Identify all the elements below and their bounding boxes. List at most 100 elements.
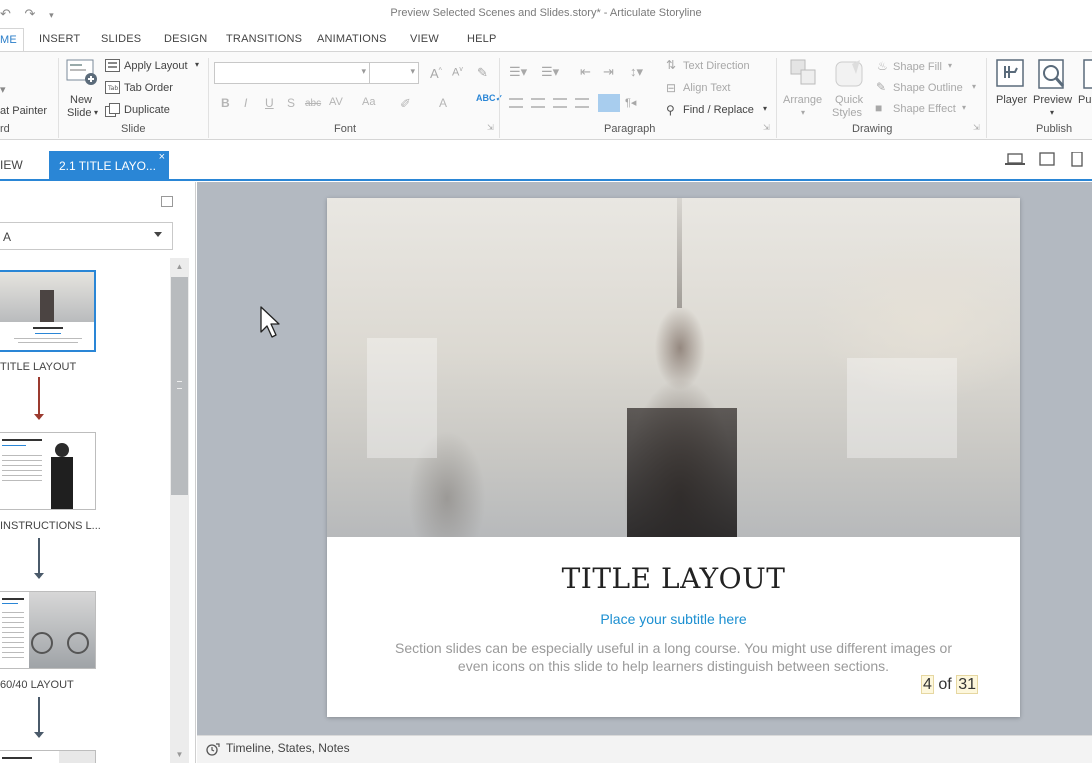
chevron-down-icon[interactable]: ▾ — [195, 60, 199, 69]
panel-collapse-icon[interactable] — [161, 196, 173, 207]
tab-order-button[interactable]: Tab Order — [124, 82, 173, 94]
chevron-down-icon[interactable]: ▾ — [1050, 108, 1054, 117]
bullets-icon[interactable]: ☰▾ — [509, 64, 527, 80]
dialog-launcher-icon[interactable]: ⇲ — [487, 123, 494, 132]
align-right-icon[interactable] — [553, 98, 567, 108]
italic-button[interactable]: I — [244, 96, 247, 110]
chevron-down-icon[interactable]: ▾ — [972, 82, 976, 91]
arrange-button[interactable]: Arrange — [783, 94, 822, 106]
tab-help[interactable]: HELP — [467, 33, 497, 45]
tab-design[interactable]: DESIGN — [164, 33, 207, 45]
new-slide-label-2: Slide — [67, 107, 92, 119]
new-slide-label-1: New — [70, 94, 93, 106]
chevron-down-icon[interactable]: ▾ — [763, 104, 767, 113]
font-color-button[interactable]: A — [439, 96, 447, 110]
tab-story-view[interactable]: VIEW — [0, 158, 23, 172]
thumbnail-text — [2, 603, 18, 604]
shape-outline-button[interactable]: Shape Outline — [893, 82, 963, 94]
shape-effect-button[interactable]: Shape Effect — [893, 103, 956, 115]
new-slide-icon — [66, 59, 97, 85]
slide[interactable]: TITLE LAYOUT Place your subtitle here Se… — [327, 198, 1020, 717]
format-painter-button[interactable]: at Painter — [0, 105, 47, 117]
distributed-icon[interactable] — [598, 94, 620, 112]
quick-styles-label-2[interactable]: Styles — [832, 107, 862, 119]
thumbnail-text — [2, 439, 42, 441]
scene-select[interactable]: A — [0, 222, 173, 250]
bold-button[interactable]: B — [221, 96, 230, 110]
tab-transitions[interactable]: TRANSITIONS — [226, 33, 302, 45]
change-case-button[interactable]: Aa — [362, 96, 375, 108]
tab-slide-2-1[interactable]: 2.1 TITLE LAYO... × — [49, 151, 169, 181]
line-spacing-icon[interactable]: ↕▾ — [630, 64, 643, 80]
close-icon[interactable]: × — [159, 151, 165, 163]
character-spacing-button[interactable]: AV — [329, 96, 343, 108]
slide-title[interactable]: TITLE LAYOUT — [327, 562, 1020, 595]
text-direction-icon: ⇅ — [666, 58, 677, 72]
thumbnails-scrollbar[interactable]: ▲ ▼ — [170, 258, 189, 763]
device-view-icons[interactable] — [1000, 151, 1092, 168]
preview-button[interactable]: Preview — [1033, 94, 1072, 106]
clipboard-group-label: rd — [0, 123, 10, 135]
slide-body-text[interactable]: Section slides can be especially useful … — [387, 639, 960, 675]
shape-fill-button[interactable]: Shape Fill — [893, 61, 942, 73]
slide-subtitle[interactable]: Place your subtitle here — [327, 611, 1020, 627]
tab-slides[interactable]: SLIDES — [101, 33, 141, 45]
grow-font-icon[interactable]: A^ — [430, 66, 442, 81]
increase-indent-icon[interactable]: ⇥ — [603, 64, 614, 80]
shrink-font-icon[interactable]: Av — [452, 66, 463, 79]
duplicate-button[interactable]: Duplicate — [124, 104, 170, 116]
publish-button[interactable]: Pu — [1078, 94, 1091, 106]
shadow-button[interactable]: S — [287, 96, 295, 110]
font-size-select[interactable]: ▾ — [369, 62, 419, 84]
thumbnail-image — [29, 592, 95, 668]
underline-button[interactable]: U — [265, 96, 274, 110]
publish-icon — [1083, 59, 1092, 89]
slide-page-number[interactable]: 4 of 31 — [921, 675, 978, 694]
ribbon-separator — [58, 58, 59, 138]
font-group-label: Font — [334, 123, 357, 135]
decrease-indent-icon[interactable]: ⇤ — [580, 64, 591, 80]
font-family-select[interactable]: ▾ — [214, 62, 370, 84]
dropdown-arrow-icon[interactable]: ▾ — [0, 83, 6, 96]
tab-home[interactable]: ME — [0, 28, 24, 52]
scroll-thumb[interactable] — [171, 277, 188, 495]
align-left-icon[interactable] — [509, 98, 523, 108]
tab-view[interactable]: VIEW — [410, 33, 439, 45]
highlight-icon[interactable]: ✐ — [400, 96, 411, 112]
text-direction-button[interactable]: Text Direction — [683, 60, 750, 72]
scroll-down-icon[interactable]: ▼ — [170, 746, 189, 763]
svg-text:Tab: Tab — [107, 85, 118, 92]
slide-thumbnail[interactable] — [0, 270, 96, 352]
timeline-label[interactable]: Timeline, States, Notes — [226, 741, 350, 755]
align-center-icon[interactable] — [531, 98, 545, 108]
ribbon-separator — [208, 58, 209, 138]
dialog-launcher-icon[interactable]: ⇲ — [763, 123, 770, 132]
align-text-button[interactable]: Align Text — [683, 82, 731, 94]
slide-canvas[interactable]: TITLE LAYOUT Place your subtitle here Se… — [197, 182, 1092, 735]
chevron-down-icon: ▾ — [94, 108, 99, 117]
chevron-down-icon[interactable]: ▾ — [948, 61, 952, 70]
find-replace-button[interactable]: Find / Replace — [683, 104, 754, 116]
tab-animations[interactable]: ANIMATIONS — [317, 33, 387, 45]
strikethrough-button[interactable]: abc — [305, 98, 321, 109]
player-button[interactable]: Player — [996, 94, 1027, 106]
rtl-icon[interactable]: ¶◂ — [625, 96, 636, 109]
thumbnail-label: INSTRUCTIONS L... — [0, 520, 101, 532]
ribbon: ▾ at Painter rd New Slide ▾ Apply Layout… — [0, 51, 1092, 140]
quick-styles-label-1[interactable]: Quick — [835, 94, 863, 106]
clear-formatting-icon[interactable]: ✎ — [477, 65, 488, 81]
thumbnail-image — [40, 290, 54, 322]
chevron-down-icon: ▾ — [801, 108, 806, 117]
chevron-down-icon[interactable]: ▾ — [962, 103, 966, 112]
tab-insert[interactable]: INSERT — [39, 33, 80, 45]
slide-photo[interactable] — [327, 198, 1020, 537]
apply-layout-button[interactable]: Apply Layout — [124, 60, 188, 72]
dialog-launcher-icon[interactable]: ⇲ — [973, 123, 980, 132]
slide-thumbnail[interactable] — [0, 432, 96, 510]
slide-thumbnail[interactable] — [0, 750, 96, 763]
timeline-bar[interactable]: Timeline, States, Notes — [197, 735, 1092, 763]
slide-thumbnail[interactable] — [0, 591, 96, 669]
numbering-icon[interactable]: ☰▾ — [541, 64, 559, 80]
justify-icon[interactable] — [575, 98, 589, 108]
scroll-up-icon[interactable]: ▲ — [170, 258, 189, 275]
